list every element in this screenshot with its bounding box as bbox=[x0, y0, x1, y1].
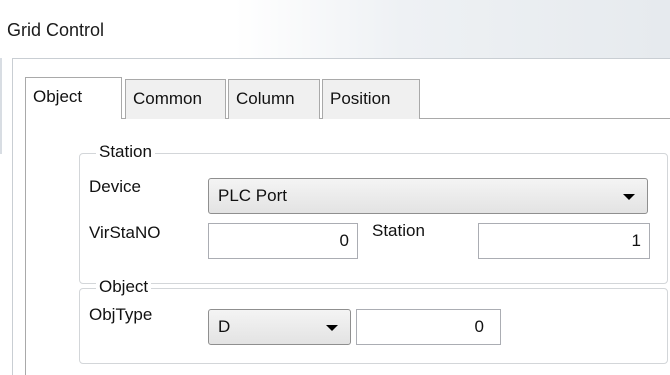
chevron-down-icon bbox=[623, 194, 635, 200]
object-group: Object ObjType D 0 bbox=[79, 277, 668, 364]
title-bar: Grid Control bbox=[0, 0, 670, 58]
object-group-label: Object bbox=[96, 277, 152, 297]
virstano-input[interactable]: 0 bbox=[208, 223, 358, 259]
device-label: Device bbox=[89, 177, 141, 196]
station-group: Station Device PLC Port VirStaNO 0 Stati… bbox=[79, 142, 668, 284]
chevron-down-icon bbox=[326, 325, 338, 331]
station-label: Station bbox=[372, 221, 425, 240]
virstano-label: VirStaNO bbox=[89, 223, 161, 242]
window-title: Grid Control bbox=[7, 20, 105, 40]
objtype-dropdown-value: D bbox=[218, 317, 231, 336]
tab-object[interactable]: Object bbox=[25, 77, 122, 119]
tab-content-object: Station Device PLC Port VirStaNO 0 Stati… bbox=[25, 118, 670, 375]
device-dropdown-value: PLC Port bbox=[218, 186, 287, 205]
object-address-input[interactable]: 0 bbox=[356, 309, 501, 345]
objtype-dropdown[interactable]: D bbox=[208, 309, 351, 345]
tab-common[interactable]: Common bbox=[125, 79, 226, 119]
tab-column[interactable]: Column bbox=[228, 79, 320, 119]
station-input[interactable]: 1 bbox=[478, 223, 650, 259]
window-edge bbox=[0, 58, 2, 154]
tab-position[interactable]: Position bbox=[322, 79, 420, 119]
device-dropdown[interactable]: PLC Port bbox=[208, 178, 648, 214]
objtype-label: ObjType bbox=[89, 305, 153, 324]
station-group-label: Station bbox=[96, 142, 155, 162]
